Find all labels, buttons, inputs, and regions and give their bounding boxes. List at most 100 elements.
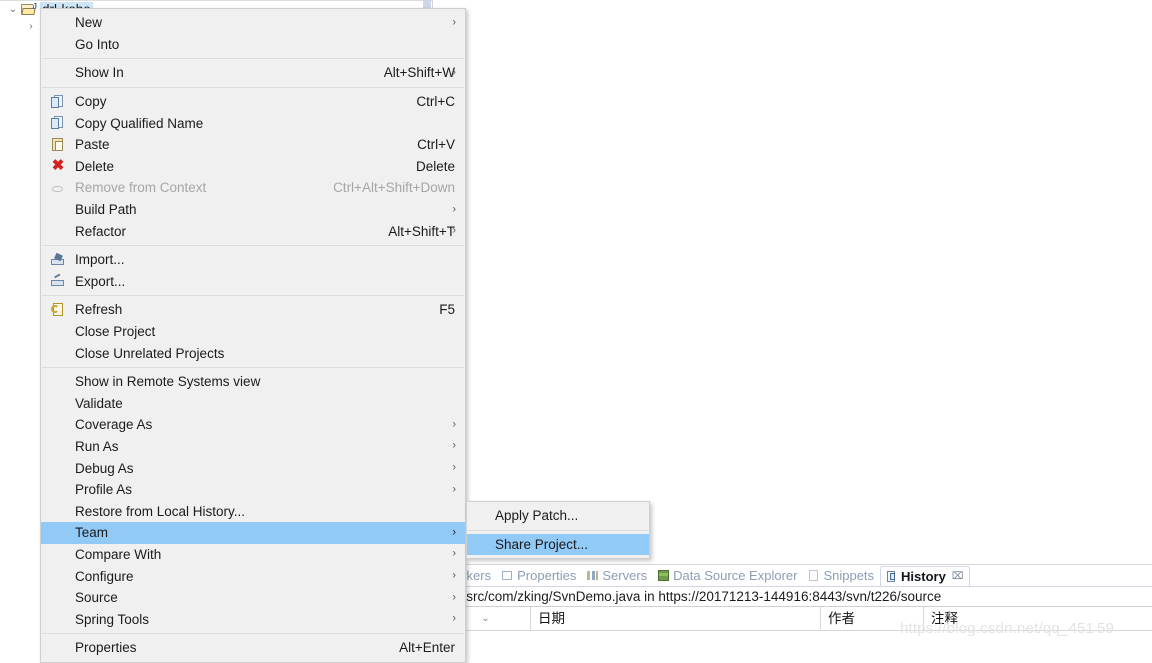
tab-label: Data Source Explorer (673, 568, 798, 583)
context-menu[interactable]: New › Go Into Show In Alt+Shift+W › Copy Ctrl+C… (40, 8, 466, 663)
tab-label: Properties (517, 568, 577, 583)
tab-properties[interactable]: Properties (497, 565, 582, 586)
menu-item-label: Copy (75, 94, 107, 110)
bottom-view-stack: arkers Properties Servers Data Source Ex… (433, 564, 1152, 648)
menu-item-remove-from-context: Remove from Context Ctrl+Alt+Shift+Down (41, 177, 465, 199)
menu-item-refactor[interactable]: Refactor Alt+Shift+T › (41, 220, 465, 242)
menu-item-delete[interactable]: ✖ Delete Delete (41, 156, 465, 178)
servers-icon (586, 569, 599, 582)
view-tab-bar[interactable]: arkers Properties Servers Data Source Ex… (433, 565, 1152, 587)
menu-separator (42, 366, 464, 368)
menu-item-label: Close Unrelated Projects (75, 345, 225, 361)
snippets-icon (807, 569, 820, 582)
menu-item-restore-from-local-history[interactable]: Restore from Local History... (41, 500, 465, 522)
menu-item-run-as[interactable]: Run As › (41, 436, 465, 458)
menu-item-label: Build Path (75, 202, 137, 218)
menu-item-paste[interactable]: Paste Ctrl+V (41, 134, 465, 156)
menu-separator (42, 633, 464, 635)
menu-item-close-project[interactable]: Close Project (41, 321, 465, 343)
tab-history[interactable]: History ⌧ (880, 566, 971, 586)
menu-item-label: Restore from Local History... (75, 503, 246, 519)
menu-item-label: Run As (75, 438, 119, 454)
tab-label: Servers (602, 568, 648, 583)
tab-label: Snippets (823, 568, 875, 583)
chevron-right-icon: › (452, 569, 456, 582)
menu-item-export[interactable]: Export... (41, 271, 465, 293)
menu-item-shortcut: Ctrl+C (416, 94, 455, 110)
menu-item-close-unrelated-projects[interactable]: Close Unrelated Projects (41, 342, 465, 364)
menu-item-share-project[interactable]: Share Project... (467, 533, 649, 556)
tab-data-source-explorer[interactable]: Data Source Explorer (653, 565, 803, 586)
menu-item-label: Export... (75, 273, 126, 289)
menu-item-spring-tools[interactable]: Spring Tools › (41, 608, 465, 630)
menu-item-team[interactable]: Team › (41, 522, 465, 544)
history-icon (885, 570, 898, 583)
chevron-right-icon: › (452, 16, 456, 29)
import-icon (50, 252, 66, 268)
chevron-right-icon: › (452, 547, 456, 560)
editor-area[interactable] (433, 0, 1152, 565)
menu-item-label: Validate (75, 395, 123, 411)
folder-open-icon: J (20, 2, 38, 18)
menu-item-label: Paste (75, 137, 110, 153)
menu-separator (42, 295, 464, 297)
menu-item-compare-with[interactable]: Compare With › (41, 544, 465, 566)
chevron-right-icon: › (452, 66, 456, 79)
properties-icon (501, 569, 514, 582)
paste-icon (50, 137, 66, 153)
close-icon[interactable]: ⌧ (952, 571, 964, 582)
menu-item-label: Show in Remote Systems view (75, 374, 261, 390)
menu-item-show-in[interactable]: Show In Alt+Shift+W › (41, 62, 465, 84)
tree-twisty-collapsed-icon[interactable]: › (24, 21, 38, 32)
copy-icon (50, 94, 66, 110)
menu-item-label: Team (75, 525, 109, 541)
menu-item-configure[interactable]: Configure › (41, 565, 465, 587)
history-resource-path: _ssh/src/com/zking/SvnDemo.java in https… (434, 589, 942, 604)
menu-item-new[interactable]: New › (41, 12, 465, 34)
menu-item-refresh[interactable]: Refresh F5 (41, 299, 465, 321)
column-header-author[interactable]: 作者 (821, 607, 924, 631)
menu-item-label: Coverage As (75, 417, 153, 433)
chevron-right-icon: › (452, 612, 456, 625)
column-header-comment[interactable]: 注释 (924, 607, 1152, 631)
tree-twisty-expanded-icon[interactable]: ⌄ (6, 4, 20, 15)
chevron-right-icon: › (452, 591, 456, 604)
tab-label: History (901, 569, 946, 584)
menu-item-shortcut: F5 (439, 302, 455, 318)
column-header-date[interactable]: 日期 (531, 607, 821, 631)
menu-item-validate[interactable]: Validate (41, 393, 465, 415)
tree-item-child[interactable]: › (24, 18, 38, 35)
menu-item-label: Refresh (75, 302, 123, 318)
team-submenu[interactable]: Apply Patch... Share Project... (466, 501, 650, 560)
menu-item-coverage-as[interactable]: Coverage As › (41, 414, 465, 436)
menu-item-label: Refactor (75, 223, 127, 239)
menu-item-label: Remove from Context (75, 180, 207, 196)
chevron-right-icon: › (452, 224, 456, 237)
menu-item-label: Copy Qualified Name (75, 115, 204, 131)
menu-item-profile-as[interactable]: Profile As › (41, 479, 465, 501)
menu-item-go-into[interactable]: Go Into (41, 34, 465, 56)
menu-item-import[interactable]: Import... (41, 249, 465, 271)
menu-item-label: Apply Patch... (495, 508, 579, 524)
copy-qualified-name-icon (50, 115, 66, 131)
menu-item-source[interactable]: Source › (41, 587, 465, 609)
menu-item-copy-qualified-name[interactable]: Copy Qualified Name (41, 112, 465, 134)
menu-item-label: Source (75, 590, 118, 606)
menu-item-build-path[interactable]: Build Path › (41, 199, 465, 221)
tab-servers[interactable]: Servers (582, 565, 653, 586)
menu-separator (42, 86, 464, 88)
menu-item-debug-as[interactable]: Debug As › (41, 457, 465, 479)
tab-snippets[interactable]: Snippets (803, 565, 880, 586)
menu-item-label: Share Project... (495, 536, 589, 552)
chevron-right-icon: › (452, 439, 456, 452)
menu-item-shortcut: Alt+Shift+W (383, 65, 455, 81)
menu-item-label: Close Project (75, 324, 156, 340)
menu-item-label: Debug As (75, 460, 134, 476)
history-table[interactable]: ⌄ 日期 作者 注释 (433, 606, 1152, 648)
menu-item-label: Profile As (75, 482, 133, 498)
menu-item-label: Show In (75, 65, 124, 81)
menu-item-apply-patch[interactable]: Apply Patch... (467, 505, 649, 527)
menu-item-show-in-remote-systems-view[interactable]: Show in Remote Systems view (41, 371, 465, 393)
menu-item-copy[interactable]: Copy Ctrl+C (41, 91, 465, 113)
menu-item-shortcut: Delete (415, 158, 455, 174)
